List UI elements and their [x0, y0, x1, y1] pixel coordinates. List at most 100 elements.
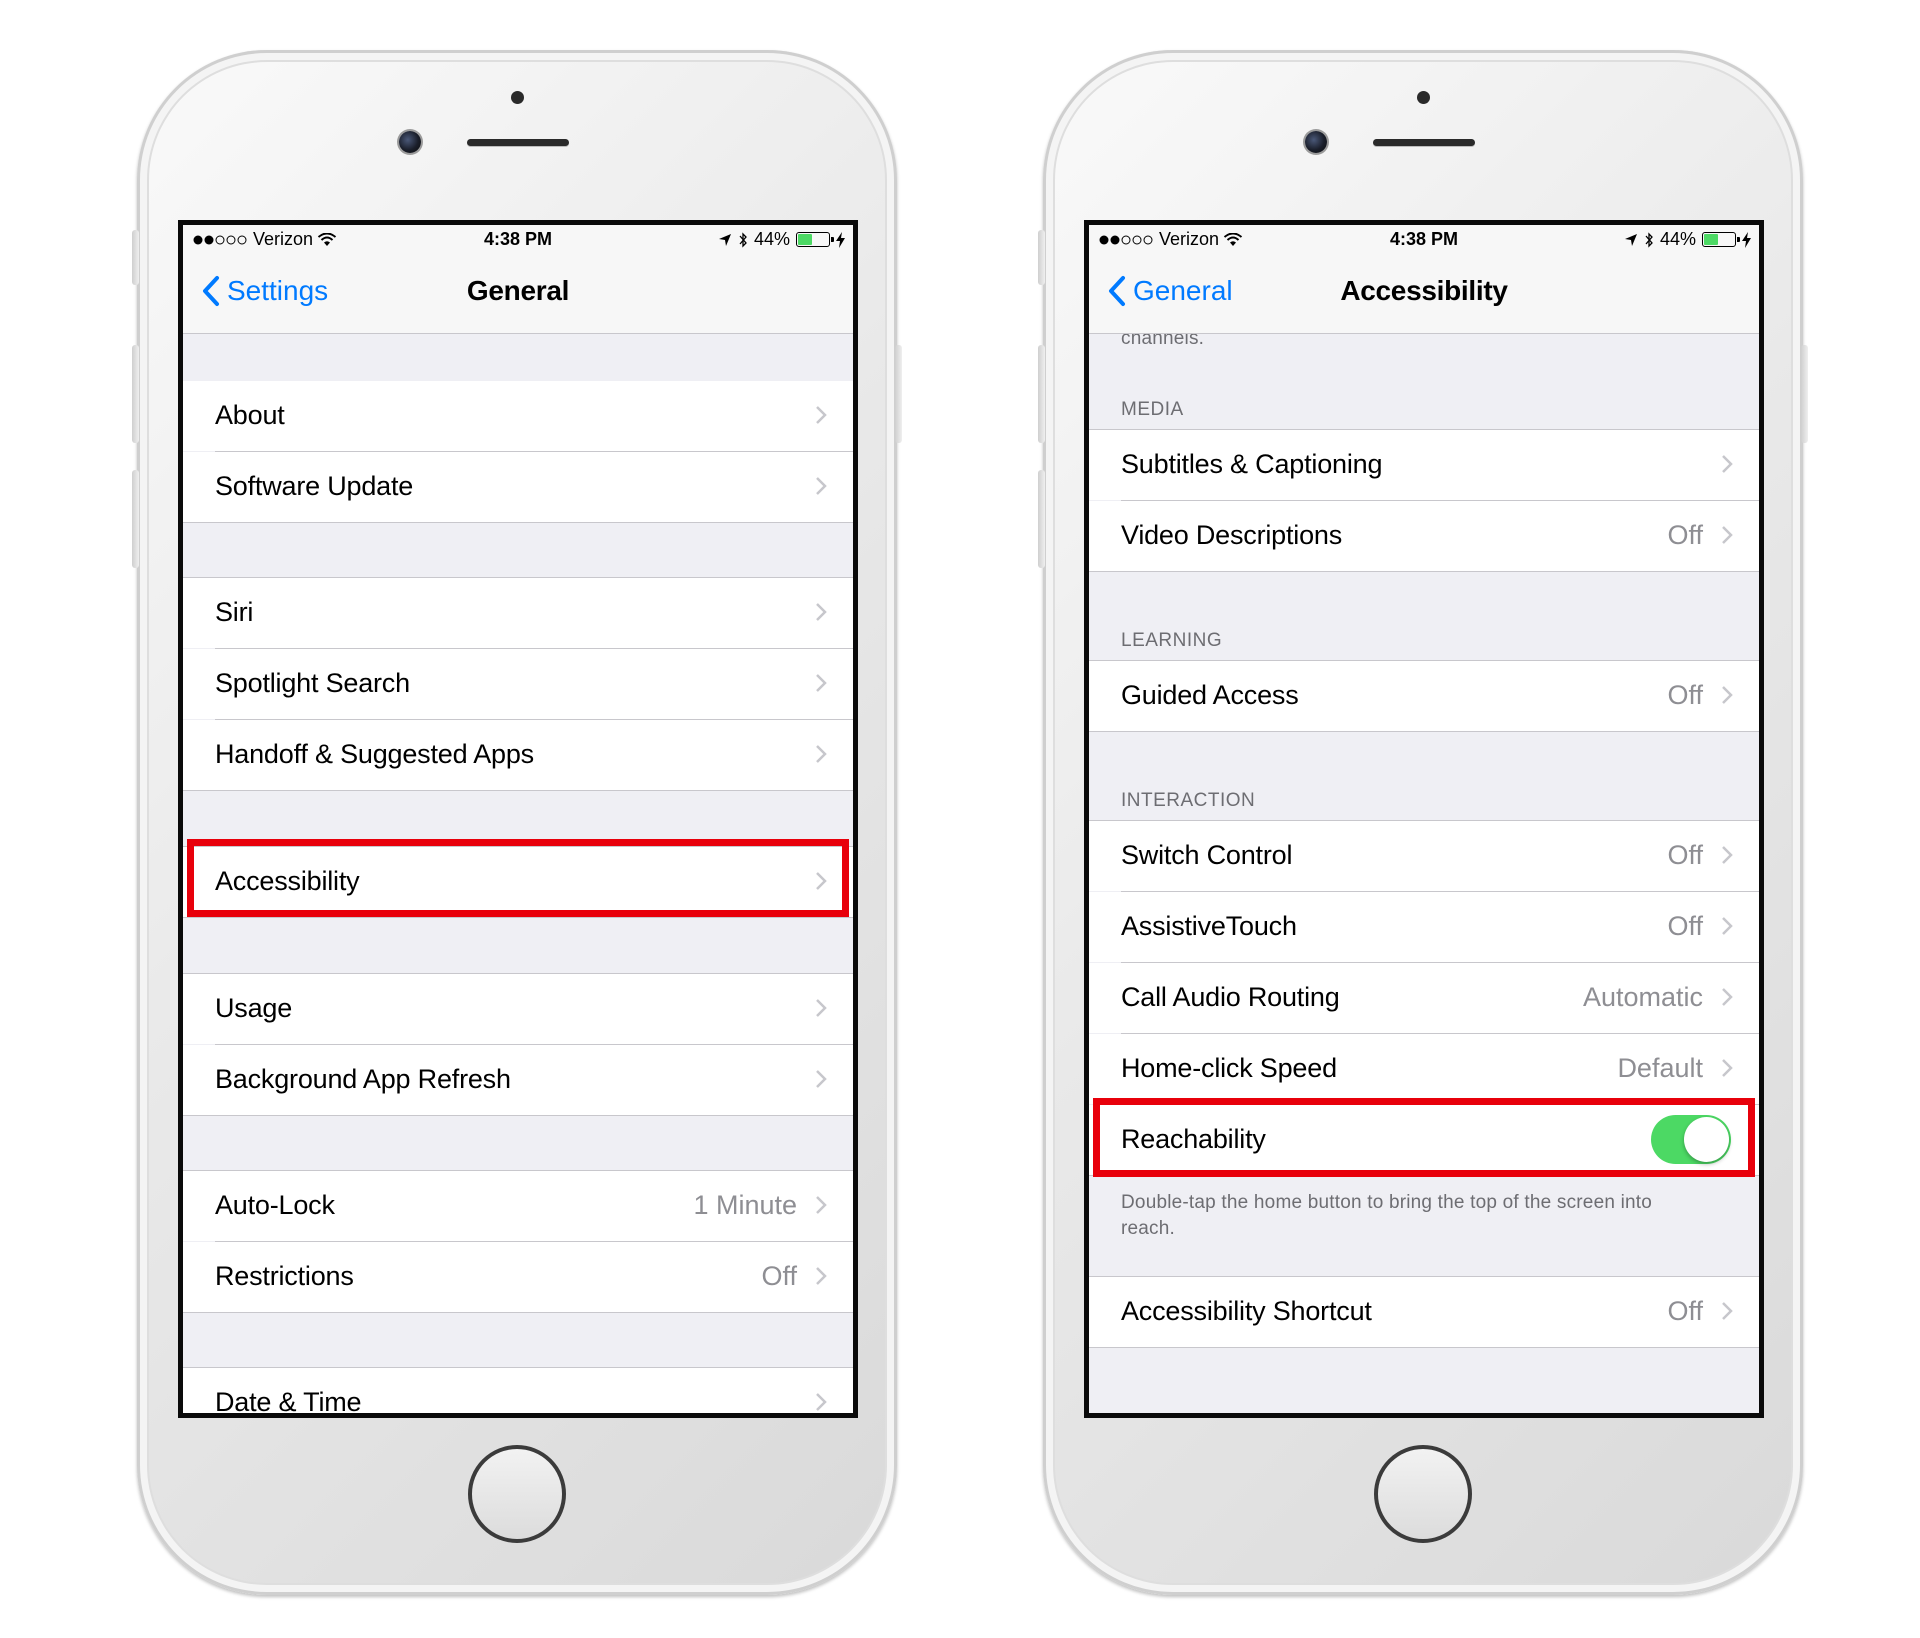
row-label: Handoff & Suggested Apps — [215, 739, 534, 769]
chevron-right-icon — [816, 999, 827, 1017]
chevron-right-icon — [1722, 846, 1733, 864]
chevron-right-icon — [816, 477, 827, 495]
row-label: Siri — [215, 597, 254, 627]
chevron-right-icon — [1722, 917, 1733, 935]
settings-row-accessibility-shortcut[interactable]: Accessibility Shortcut Off — [1089, 1277, 1759, 1347]
row-value: Off — [1667, 520, 1703, 550]
row-label: Home-click Speed — [1121, 1053, 1337, 1083]
row-label: Video Descriptions — [1121, 520, 1343, 550]
settings-row-home-click-speed[interactable]: Home-click Speed Default — [1089, 1034, 1759, 1104]
row-label: Restrictions — [215, 1261, 354, 1291]
row-label: Background App Refresh — [215, 1064, 511, 1094]
bluetooth-icon — [739, 231, 747, 248]
settings-row-background-app-refresh[interactable]: Background App Refresh — [183, 1045, 853, 1115]
row-label: Call Audio Routing — [1121, 982, 1340, 1012]
settings-row-spotlight-search[interactable]: Spotlight Search — [183, 649, 853, 719]
section-header-interaction: INTERACTION — [1121, 790, 1256, 811]
volume-down-button — [132, 470, 139, 568]
settings-row-date-time[interactable]: Date & Time — [183, 1368, 853, 1413]
battery-percent: 44% — [1659, 229, 1696, 249]
proximity-sensor — [1417, 91, 1430, 104]
accessibility-list: channels. MEDIA Subtitles & Captioning V… — [1089, 334, 1759, 1413]
row-label: Date & Time — [215, 1387, 362, 1413]
settings-row-siri[interactable]: Siri — [183, 578, 853, 648]
chevron-right-icon — [1722, 988, 1733, 1006]
reachability-highlight-box — [1093, 1098, 1755, 1177]
chevron-right-icon — [1722, 1302, 1733, 1320]
iphone-right: Verizon 4:38 PM 44% General Accessibilit… — [1038, 50, 1808, 1595]
row-label: Software Update — [215, 471, 414, 501]
row-value: Off — [761, 1261, 797, 1291]
row-label: Accessibility Shortcut — [1121, 1296, 1372, 1326]
settings-row-handoff[interactable]: Handoff & Suggested Apps — [183, 720, 853, 790]
row-value: Default — [1617, 1053, 1703, 1083]
row-label: Spotlight Search — [215, 668, 410, 698]
row-value: Automatic — [1582, 982, 1703, 1012]
page-title: Accessibility — [1340, 275, 1508, 306]
row-label: Auto-Lock — [215, 1190, 335, 1220]
settings-row-usage[interactable]: Usage — [183, 974, 853, 1044]
status-bar: Verizon 4:38 PM 44% — [1089, 225, 1759, 255]
chevron-right-icon — [816, 603, 827, 621]
location-arrow-icon — [1624, 233, 1637, 246]
chevron-right-icon — [1722, 455, 1733, 473]
row-value: 1 Minute — [693, 1190, 797, 1220]
battery-icon — [796, 232, 834, 247]
volume-down-button — [1038, 470, 1045, 568]
chevron-right-icon — [1722, 1059, 1733, 1077]
navigation-bar: General Accessibility — [1089, 255, 1759, 334]
settings-row-assistivetouch[interactable]: AssistiveTouch Off — [1089, 892, 1759, 962]
chevron-right-icon — [1722, 686, 1733, 704]
settings-row-subtitles-captioning[interactable]: Subtitles & Captioning — [1089, 430, 1759, 500]
settings-list: About Software Update Siri Spotlight Sea… — [183, 334, 853, 1413]
page-title: General — [466, 275, 570, 306]
home-button[interactable] — [468, 1445, 566, 1543]
volume-up-button — [132, 345, 139, 443]
accessibility-highlight-box — [187, 839, 849, 917]
reachability-footer-note: Double-tap the home button to bring the … — [1121, 1192, 1653, 1239]
settings-row-guided-access[interactable]: Guided Access Off — [1089, 661, 1759, 731]
row-value: Off — [1667, 680, 1703, 710]
settings-row-video-descriptions[interactable]: Video Descriptions Off — [1089, 501, 1759, 571]
chevron-right-icon — [816, 745, 827, 763]
row-label: Usage — [215, 993, 293, 1023]
chevron-right-icon — [816, 1070, 827, 1088]
partial-footer-text: channels. — [1121, 334, 1205, 349]
proximity-sensor — [511, 91, 524, 104]
volume-up-button — [1038, 345, 1045, 443]
silent-switch — [132, 230, 139, 285]
earpiece-speaker — [1373, 139, 1475, 146]
settings-row-switch-control[interactable]: Switch Control Off — [1089, 821, 1759, 891]
row-label: Switch Control — [1121, 840, 1293, 870]
settings-row-auto-lock[interactable]: Auto-Lock 1 Minute — [183, 1171, 853, 1241]
chevron-right-icon — [1722, 526, 1733, 544]
row-label: AssistiveTouch — [1121, 911, 1297, 941]
charging-bolt-icon — [836, 231, 845, 248]
settings-row-restrictions[interactable]: Restrictions Off — [183, 1242, 853, 1312]
power-button — [1801, 345, 1808, 443]
section-header-learning: LEARNING — [1121, 630, 1223, 651]
row-value: Off — [1667, 1296, 1703, 1326]
settings-row-call-audio-routing[interactable]: Call Audio Routing Automatic — [1089, 963, 1759, 1033]
silent-switch — [1038, 230, 1045, 285]
screen-general: Verizon 4:38 PM 44% Settings General Abo… — [178, 220, 858, 1418]
settings-row-software-update[interactable]: Software Update — [183, 452, 853, 522]
navigation-bar: Settings General — [183, 255, 853, 334]
front-camera — [1305, 131, 1327, 153]
row-label: Guided Access — [1121, 680, 1299, 710]
location-arrow-icon — [718, 233, 731, 246]
section-header-media: MEDIA — [1121, 399, 1184, 420]
row-label: About — [215, 400, 285, 430]
status-bar: Verizon 4:38 PM 44% — [183, 225, 853, 255]
power-button — [895, 345, 902, 443]
settings-row-about[interactable]: About — [183, 381, 853, 451]
home-button[interactable] — [1374, 1445, 1472, 1543]
chevron-right-icon — [816, 406, 827, 424]
battery-percent: 44% — [753, 229, 790, 249]
screen-accessibility: Verizon 4:38 PM 44% General Accessibilit… — [1084, 220, 1764, 1418]
chevron-right-icon — [816, 1196, 827, 1214]
battery-icon — [1702, 232, 1740, 247]
chevron-right-icon — [816, 1393, 827, 1411]
earpiece-speaker — [467, 139, 569, 146]
chevron-right-icon — [816, 674, 827, 692]
